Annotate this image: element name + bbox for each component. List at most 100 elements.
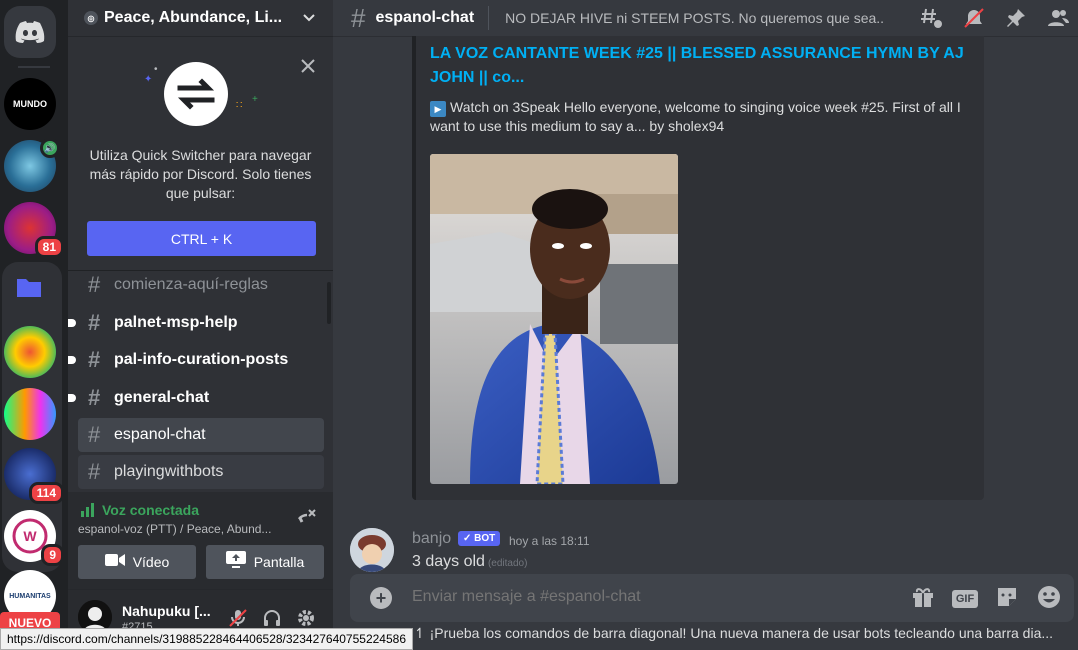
discord-logo-icon <box>4 6 56 58</box>
notifications-muted-icon[interactable] <box>962 6 986 30</box>
video-button[interactable]: Vídeo <box>78 545 196 579</box>
screen-share-button[interactable]: Pantalla <box>206 545 324 579</box>
signal-icon <box>81 503 94 517</box>
home-button[interactable] <box>4 6 56 58</box>
channel-label: palnet-msp-help <box>114 314 238 331</box>
channel-topic[interactable]: NO DEJAR HIVE ni STEEM POSTS. No queremo… <box>505 10 883 26</box>
server-5[interactable] <box>4 326 56 378</box>
channel-label: espanol-chat <box>114 426 206 443</box>
close-icon[interactable] <box>301 56 315 79</box>
speaker-icon: 🔊 <box>40 138 60 158</box>
channel-sidebar: ◎ Peace, Abundance, Li... ✦ • ∷ + Utiliz… <box>68 0 333 650</box>
member-list-icon[interactable] <box>1046 6 1070 30</box>
server-2[interactable]: 🔊 <box>4 138 60 192</box>
server-7[interactable]: 114 <box>4 448 64 504</box>
hash-icon: # <box>88 347 101 372</box>
unread-indicator <box>68 356 76 364</box>
quick-switcher-promo: ✦ • ∷ + Utiliza Quick Switcher para nave… <box>68 44 333 270</box>
folder-icon[interactable] <box>16 276 42 298</box>
hash-icon: # <box>88 385 101 410</box>
message-content: 3 days old (editado) <box>412 553 527 571</box>
guild-header[interactable]: ◎ Peace, Abundance, Li... <box>68 0 333 36</box>
channel-comienza-aqui-reglas[interactable]: # comienza-aquí-reglas <box>78 268 324 302</box>
slash-commands-tip: ↿ ¡Prueba los comandos de barra diagonal… <box>414 625 1074 642</box>
video-label: Vídeo <box>132 554 170 570</box>
channel-playingwithbots[interactable]: # playingwithbots <box>78 455 324 489</box>
svg-text:W: W <box>23 528 37 544</box>
pin-icon[interactable] <box>1004 6 1028 30</box>
quick-switcher-text: Utiliza Quick Switcher para navegar más … <box>89 147 312 201</box>
server-rail: MUNDO 🔊 81 114 W 9 HUMANITAS NUEVO <box>0 0 68 650</box>
username: Nahupuku [... <box>122 603 211 619</box>
discord-app: MUNDO 🔊 81 114 W 9 HUMANITAS NUEVO ◎ Pea… <box>0 0 1078 650</box>
embed-description: ▶ Watch on 3Speak Hello everyone, welcome… <box>430 98 970 136</box>
channel-espanol-chat[interactable]: # espanol-chat <box>78 418 324 452</box>
hash-icon: # <box>88 310 101 335</box>
hash-icon: # <box>88 459 101 484</box>
channel-label: pal-info-curation-posts <box>114 351 289 368</box>
url-tooltip: https://discord.com/channels/31988522846… <box>0 628 413 650</box>
play-icon: ▶ <box>430 101 446 117</box>
server-6[interactable] <box>4 388 56 440</box>
embed-description-text: Watch on 3Speak Hello everyone, welcome … <box>430 99 961 134</box>
edited-label: (editado) <box>487 558 528 569</box>
camera-icon <box>104 553 125 572</box>
rail-separator <box>18 66 50 68</box>
gift-icon[interactable] <box>910 584 936 610</box>
mention-badge: 114 <box>28 482 64 504</box>
hash-icon: # <box>351 2 366 33</box>
mention-badge: 81 <box>34 236 64 258</box>
unread-indicator <box>68 319 76 327</box>
channel-palnet-msp-help[interactable]: # palnet-msp-help <box>68 306 324 340</box>
server-5-avatar <box>4 326 56 378</box>
server-mundo[interactable]: MUNDO <box>4 78 56 130</box>
gif-icon[interactable]: GIF <box>952 584 978 610</box>
guild-name: Peace, Abundance, Li... <box>104 9 283 26</box>
tip-text: ¡Prueba los comandos de barra diagonal! … <box>429 625 1054 641</box>
unread-indicator <box>68 394 76 402</box>
sparkle-icon: + <box>252 94 258 105</box>
message-avatar[interactable] <box>350 528 394 572</box>
channel-general-chat[interactable]: # general-chat <box>68 381 324 415</box>
header-toolbar <box>902 6 1070 30</box>
message-input[interactable] <box>412 588 892 606</box>
channel-label: comienza-aquí-reglas <box>114 276 268 293</box>
channel-list: # comienza-aquí-reglas # palnet-msp-help… <box>68 270 333 492</box>
screen-label: Pantalla <box>253 554 305 570</box>
server-8[interactable]: W 9 <box>4 510 64 566</box>
message-timestamp: hoy a las 18:11 <box>509 534 590 548</box>
add-attachment-icon[interactable]: + <box>370 587 392 609</box>
screen-share-icon <box>225 550 246 574</box>
tip-arrow-icon: ↿ <box>414 625 426 641</box>
voice-status[interactable]: Voz conectada <box>80 502 199 518</box>
sparkle-icon: ∷ <box>236 100 243 111</box>
channel-pal-info-curation-posts[interactable]: # pal-info-curation-posts <box>68 343 324 377</box>
quick-switcher-arrows-icon <box>164 62 228 126</box>
quick-switcher-button[interactable]: CTRL + K <box>87 221 316 256</box>
sticker-icon[interactable] <box>994 584 1020 610</box>
emoji-icon[interactable] <box>1036 584 1062 610</box>
voice-status-label: Voz conectada <box>102 502 199 518</box>
bot-tag: ✓ BOT <box>458 531 501 546</box>
header-divider <box>488 6 490 30</box>
threads-icon[interactable] <box>920 6 944 30</box>
guild-status-icon: ◎ <box>84 11 98 25</box>
message-text: 3 days old <box>412 553 485 570</box>
message-composer: + GIF <box>350 574 1074 622</box>
sparkle-icon: ✦ <box>144 74 153 85</box>
channel-list-scrollbar[interactable] <box>327 282 331 324</box>
server-3[interactable]: 81 <box>4 202 64 258</box>
chat-header: # espanol-chat NO DEJAR HIVE ni STEEM PO… <box>333 0 1078 36</box>
message-author[interactable]: banjo <box>412 530 451 548</box>
channel-title: espanol-chat <box>375 9 475 26</box>
composer-toolbar: GIF <box>894 584 1062 610</box>
chevron-down-icon[interactable] <box>301 9 317 28</box>
mention-badge: 9 <box>41 544 64 566</box>
embed-image[interactable] <box>430 154 678 484</box>
hash-icon: # <box>88 422 101 447</box>
disconnect-icon[interactable] <box>296 506 318 534</box>
channel-label: playingwithbots <box>114 463 224 480</box>
embed-title[interactable]: LA VOZ CANTANTE WEEK #25 || BLESSED ASSU… <box>430 42 970 90</box>
voice-channel-link[interactable]: espanol-voz (PTT) / Peace, Abund... <box>78 522 288 536</box>
voice-connection-panel: Voz conectada espanol-voz (PTT) / Peace,… <box>68 492 333 590</box>
